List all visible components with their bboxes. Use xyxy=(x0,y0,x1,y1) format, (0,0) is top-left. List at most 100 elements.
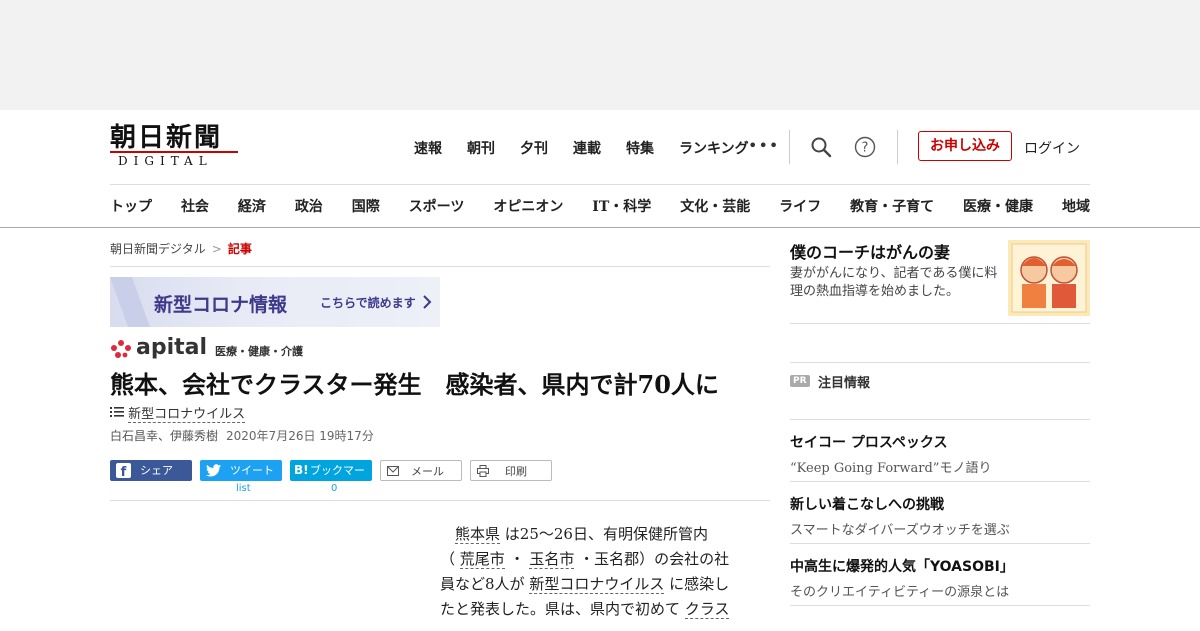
twitter-share-label: ツイート xyxy=(230,464,274,477)
top-nav-item[interactable]: 朝刊 xyxy=(467,138,495,158)
mail-share-label: メール xyxy=(411,465,444,478)
mail-icon xyxy=(387,466,399,476)
top-nav-item[interactable]: 連載 xyxy=(573,138,601,158)
svg-text:?: ? xyxy=(862,141,869,156)
pr-item[interactable]: 新しい着こなしへの挑戦 スマートなダイバーズウオッチを選ぶ xyxy=(790,482,1090,544)
body-text: ・玉名郡）の会社の社 xyxy=(574,550,730,568)
twitter-count[interactable]: list xyxy=(236,483,251,494)
print-label: 印刷 xyxy=(505,465,527,478)
body-link[interactable]: クラス xyxy=(684,600,730,619)
logo-main-text: 朝日新聞 xyxy=(110,123,223,153)
chevron-right-icon xyxy=(423,295,432,309)
top-nav-item[interactable]: 夕刊 xyxy=(520,138,548,158)
hatena-share-label: ブックマーク xyxy=(310,464,365,498)
coach-feature-card[interactable]: 僕のコーチはがんの妻 妻ががんになり、記者である僕に料理の熱血指導を始めました。 xyxy=(790,228,1090,324)
top-nav-item[interactable]: 速報 xyxy=(414,138,442,158)
subscribe-button[interactable]: お申し込み xyxy=(918,131,1012,161)
facebook-share-button[interactable]: f シェア xyxy=(110,460,192,481)
category-item[interactable]: スポーツ xyxy=(409,196,465,216)
share-bar: f シェア ツイート B! ブックマーク メール 印刷 list 0 xyxy=(110,460,770,501)
body-text: 員など8人が xyxy=(440,575,530,593)
header-divider xyxy=(789,130,790,164)
article-authors: 白石昌幸、伊藤秀樹 xyxy=(110,429,219,443)
facebook-icon: f xyxy=(116,463,131,480)
article-column: 朝日新聞デジタル > 記事 新型コロナ情報 こちらで読めます apital 医療・健… xyxy=(110,228,770,619)
search-icon[interactable] xyxy=(810,136,832,158)
pr-item-title: 中高生に爆発的人気「YOASOBI」 xyxy=(790,559,1014,575)
apital-subtitle: 医療・健康・介護 xyxy=(215,345,304,358)
body-link[interactable]: 玉名市 xyxy=(529,550,575,569)
pr-item-subtitle: スマートなダイバーズウオッチを選ぶ xyxy=(790,523,1010,538)
body-text: は25～26日、有明保健所管内 xyxy=(500,525,708,543)
pr-item-subtitle: “Keep Going Forward”モノ語り xyxy=(790,461,992,476)
category-item[interactable]: 国際 xyxy=(352,196,380,216)
site-logo[interactable]: 朝日新聞 DIGITAL xyxy=(110,124,240,168)
logo-sub-text: DIGITAL xyxy=(110,151,240,168)
body-text: に感染し xyxy=(664,575,730,593)
top-nav-item[interactable]: 特集 xyxy=(626,138,654,158)
category-item[interactable]: 社会 xyxy=(181,196,209,216)
coach-illustration-icon xyxy=(1008,240,1090,316)
article-title: 熊本、会社でクラスター発生 感染者、県内で計70人に xyxy=(110,370,719,399)
article-tag[interactable]: 新型コロナウイルス xyxy=(110,403,770,423)
corona-info-banner[interactable]: 新型コロナ情報 こちらで読めます xyxy=(110,277,440,327)
mail-share-button[interactable]: メール xyxy=(380,460,462,481)
article-date: 2020年7月26日 19時17分 xyxy=(226,429,374,443)
site-header: 朝日新聞 DIGITAL 速報 朝刊 夕刊 連載 特集 ランキング ••• ? … xyxy=(110,110,1090,184)
apital-brand[interactable]: apital 医療・健康・介護 xyxy=(110,337,770,359)
hatena-icon: B! xyxy=(294,463,309,477)
pr-item-title: セイコー プロスペックス xyxy=(790,435,948,451)
top-nav-item[interactable]: ランキング xyxy=(679,138,749,158)
category-item[interactable]: 文化・芸能 xyxy=(680,196,750,216)
category-nav: トップ 社会 経済 政治 国際 スポーツ オピニオン IT・科学 文化・芸能 ラ… xyxy=(110,184,1090,227)
category-item[interactable]: オピニオン xyxy=(493,196,563,216)
byline: 白石昌幸、伊藤秀樹 2020年7月26日 19時17分 xyxy=(110,427,770,444)
apital-logo: apital xyxy=(136,335,208,360)
corona-banner-cta: こちらで読めます xyxy=(320,296,416,310)
body-text: ・ xyxy=(504,550,530,568)
category-item[interactable]: IT・科学 xyxy=(592,196,651,216)
body-line: 熊本県 は25～26日、有明保健所管内 xyxy=(440,522,750,547)
breadcrumb-separator: > xyxy=(211,242,222,256)
body-link[interactable]: 荒尾市 xyxy=(459,550,505,569)
pr-item[interactable]: 中高生に爆発的人気「YOASOBI」 そのクリエイティビティーの源泉とは xyxy=(790,544,1090,606)
body-line: （ 荒尾市 ・ 玉名市 ・玉名郡）の会社の社 xyxy=(440,547,750,572)
category-item[interactable]: 医療・健康 xyxy=(963,196,1033,216)
main-content: 朝日新聞デジタル > 記事 新型コロナ情報 こちらで読めます apital 医療・健… xyxy=(110,228,1090,631)
breadcrumb: 朝日新聞デジタル > 記事 xyxy=(110,228,770,267)
more-menu-button[interactable]: ••• xyxy=(748,136,779,155)
body-link[interactable]: 新型コロナウイルス xyxy=(529,575,665,594)
print-icon xyxy=(477,465,489,477)
banner-stripe-icon xyxy=(110,277,150,327)
pr-section-header: PR 注目情報 xyxy=(790,362,1090,419)
print-button[interactable]: 印刷 xyxy=(470,460,552,481)
category-item[interactable]: ライフ xyxy=(779,196,821,216)
svg-text:f: f xyxy=(121,465,127,478)
pr-badge: PR xyxy=(790,375,810,387)
body-line: 員など8人が 新型コロナウイルス に感染し xyxy=(440,572,750,597)
category-item[interactable]: 政治 xyxy=(295,196,323,216)
list-icon xyxy=(110,407,124,417)
corona-banner-title: 新型コロナ情報 xyxy=(154,294,288,316)
apital-dots-icon xyxy=(111,340,131,358)
body-text: たと発表した。県は、県内で初めて xyxy=(440,600,685,618)
category-item[interactable]: 地域 xyxy=(1062,196,1090,216)
pr-item-title: 新しい着こなしへの挑戦 xyxy=(790,497,944,513)
body-link[interactable]: 熊本県 xyxy=(455,525,501,544)
category-item[interactable]: 教育・子育て xyxy=(850,196,934,216)
article-tag-label: 新型コロナウイルス xyxy=(128,407,246,423)
coach-feature-desc: 妻ががんになり、記者である僕に料理の熱血指導を始めました。 xyxy=(790,266,998,299)
twitter-bird-icon xyxy=(206,464,221,477)
category-item[interactable]: 経済 xyxy=(238,196,266,216)
body-line: たと発表した。県は、県内で初めて クラス xyxy=(440,597,750,622)
category-item[interactable]: トップ xyxy=(110,196,152,216)
facebook-share-label: シェア xyxy=(140,464,173,477)
pr-item[interactable]: セイコー プロスペックス “Keep Going Forward”モノ語り xyxy=(790,420,1090,482)
twitter-share-button[interactable]: ツイート xyxy=(200,460,282,481)
help-icon[interactable]: ? xyxy=(854,136,876,158)
hatena-count[interactable]: 0 xyxy=(331,483,337,494)
login-link[interactable]: ログイン xyxy=(1024,138,1080,158)
breadcrumb-home[interactable]: 朝日新聞デジタル xyxy=(110,242,206,256)
pr-item-subtitle: そのクリエイティビティーの源泉とは xyxy=(790,585,1010,600)
hatena-bookmark-button[interactable]: B! ブックマーク xyxy=(290,460,372,498)
